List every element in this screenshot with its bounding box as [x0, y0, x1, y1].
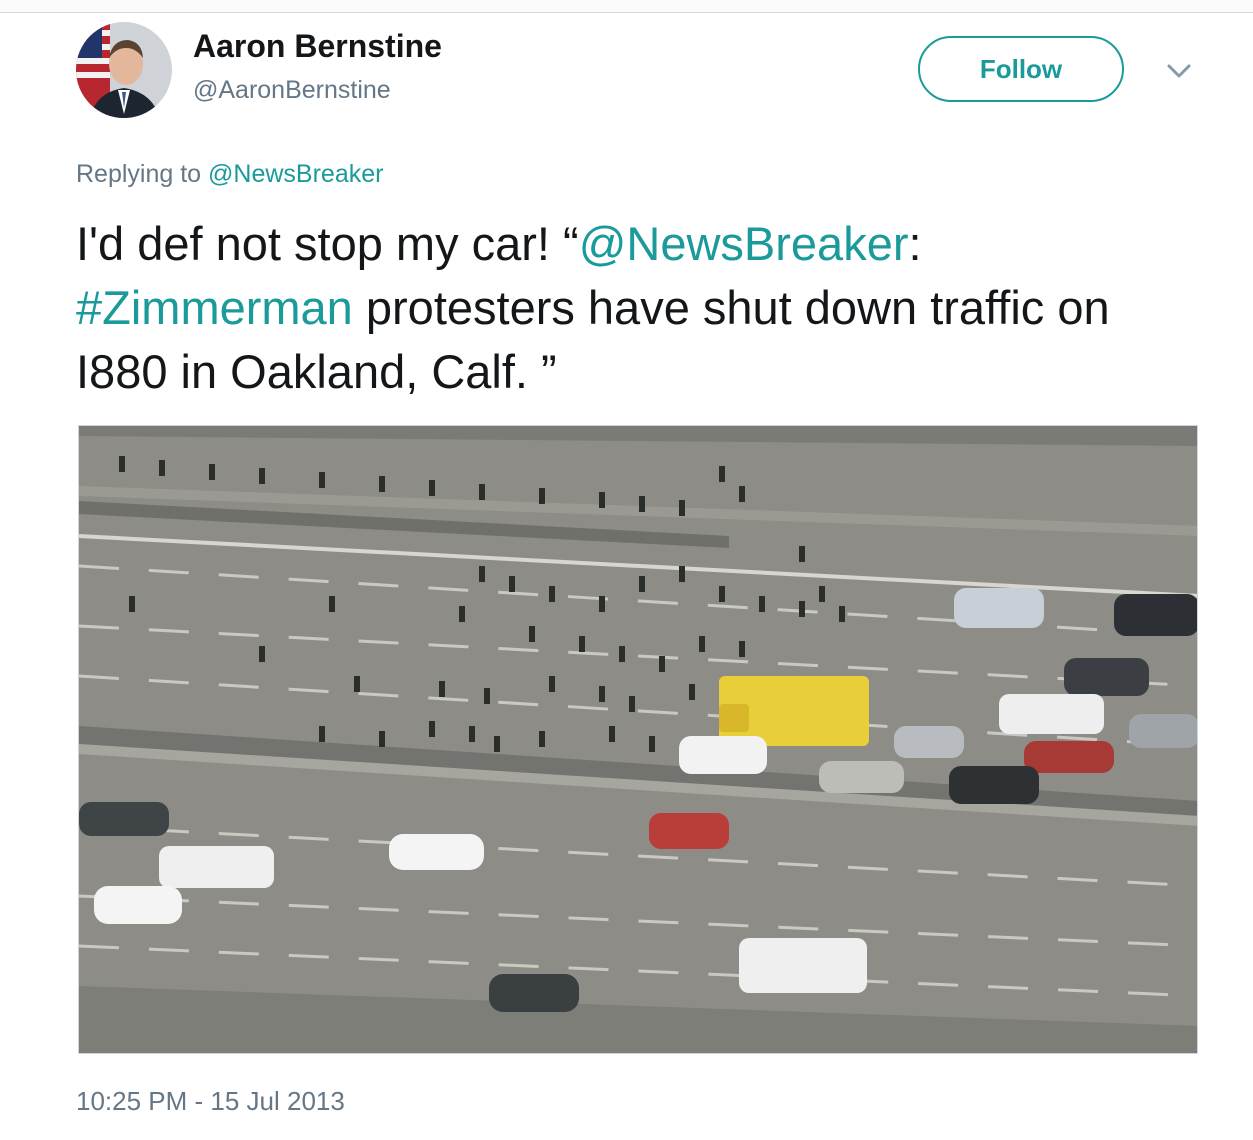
reply-context: Replying to @NewsBreaker [76, 160, 383, 189]
window-top-border [0, 0, 1253, 13]
hashtag-link[interactable]: #Zimmerman [76, 281, 353, 334]
tweet-text-part-1: I'd def not stop my car! “ [76, 217, 579, 270]
reply-prefix: Replying to [76, 160, 202, 188]
tweet-text: I'd def not stop my car! “@NewsBreaker: … [76, 212, 1196, 404]
follow-button[interactable]: Follow [918, 36, 1124, 102]
tweet-timestamp[interactable]: 10:25 PM - 15 Jul 2013 [76, 1086, 345, 1117]
display-name[interactable]: Aaron Bernstine [193, 28, 442, 65]
reply-to-mention-link[interactable]: @NewsBreaker [208, 160, 383, 188]
avatar[interactable] [76, 22, 172, 118]
tweet-text-part-2: : [908, 217, 922, 270]
chevron-down-icon[interactable] [1164, 58, 1194, 84]
user-handle[interactable]: @AaronBernstine [193, 76, 391, 105]
mention-link[interactable]: @NewsBreaker [579, 217, 909, 270]
tweet-photo[interactable] [78, 425, 1198, 1054]
